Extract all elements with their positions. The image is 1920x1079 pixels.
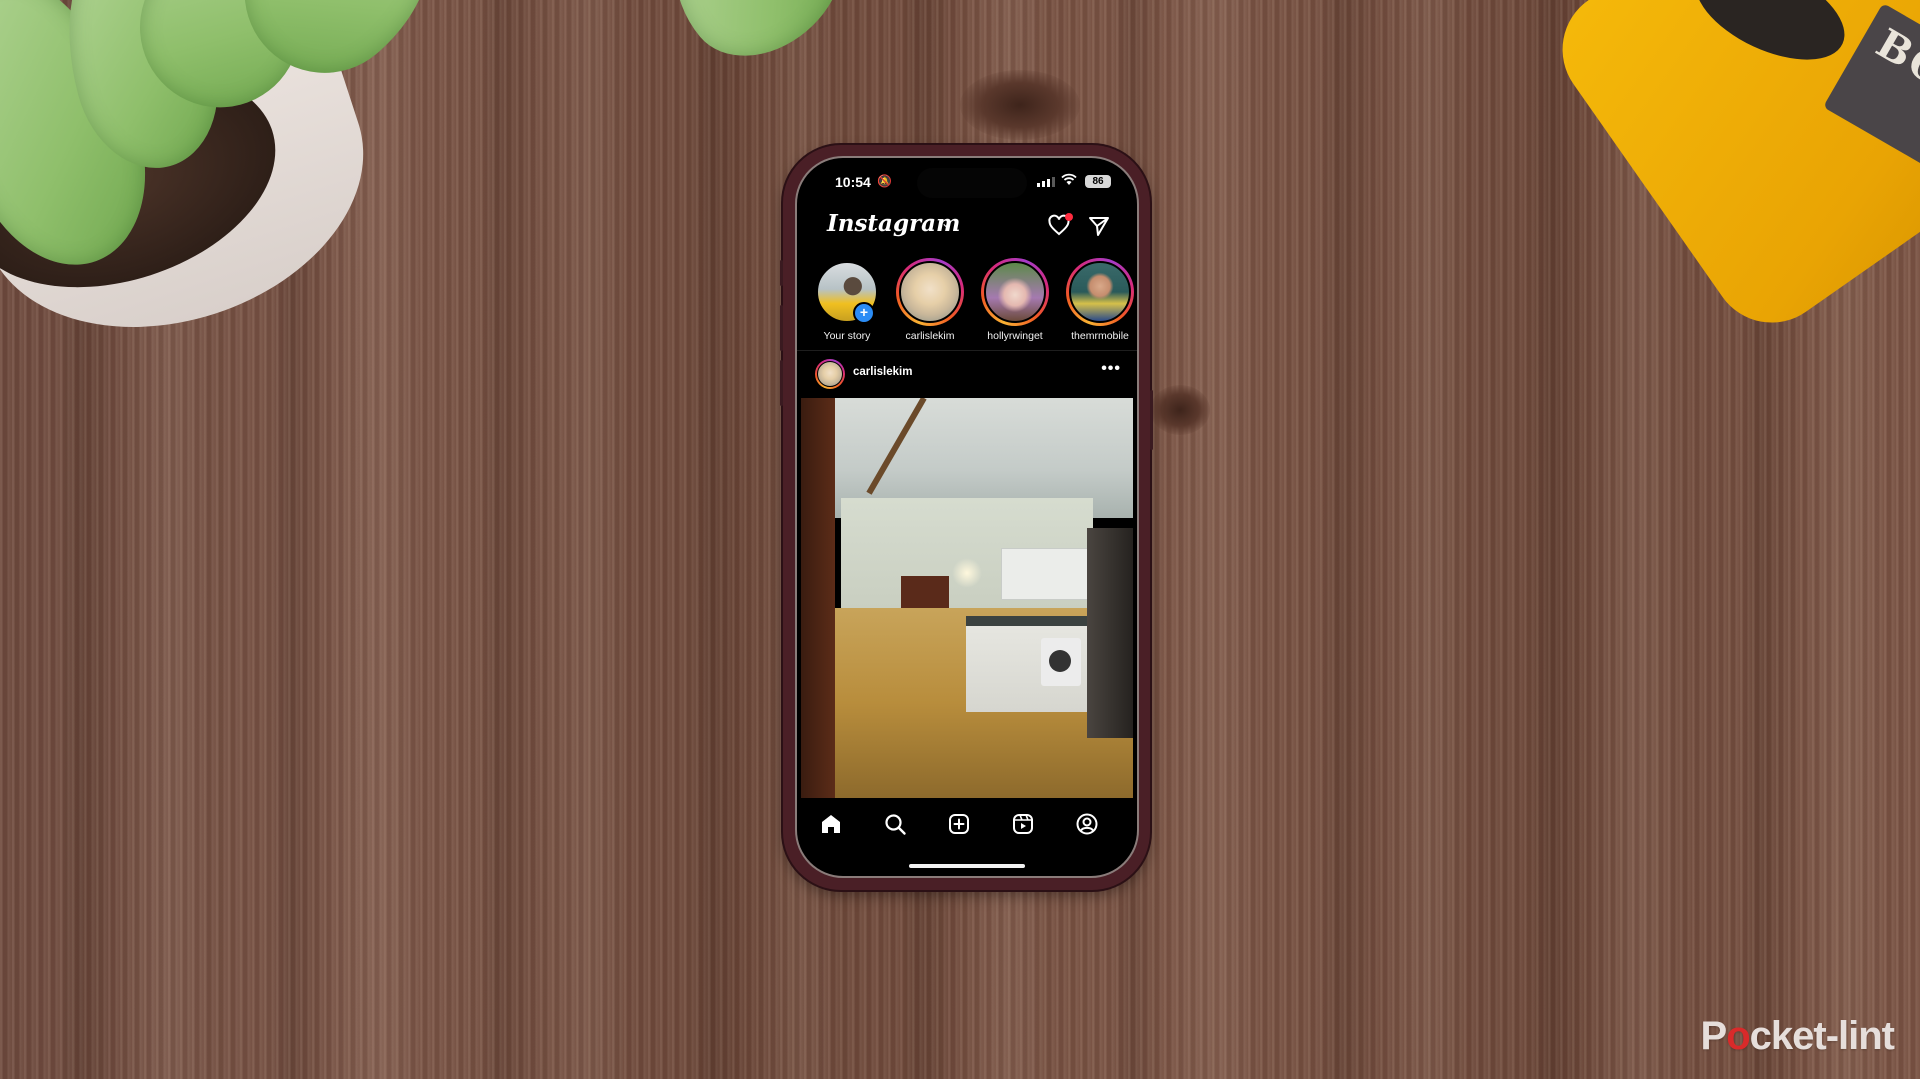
status-time: 10:54 [835, 174, 871, 190]
post-header: carlislekim ••• [797, 356, 1137, 392]
send-message-icon[interactable] [1087, 214, 1111, 238]
home-icon[interactable] [819, 812, 843, 836]
ceiling-light [952, 558, 982, 588]
story-ring [1066, 258, 1134, 326]
stories-tray: + Your story carlislekim hollyrwinget th… [797, 258, 1137, 348]
instagram-app-screen: 10:54 🔕 86 Instagram ⌄ + Your story carl… [797, 158, 1137, 876]
pocketlint-watermark: Pocket-lint [1700, 1014, 1895, 1059]
app-header: Instagram ⌄ [797, 210, 1137, 246]
story-label: carlislekim [905, 330, 955, 342]
avatar [1069, 261, 1131, 323]
chevron-down-icon[interactable]: ⌄ [941, 216, 951, 230]
search-icon[interactable] [883, 812, 907, 836]
battery-indicator: 86 [1085, 175, 1111, 188]
divider [797, 350, 1137, 351]
story-label: themrmobile [1071, 330, 1129, 342]
wood-knot [960, 70, 1080, 140]
story-label: Your story [823, 330, 871, 342]
wood-knot [1150, 385, 1210, 435]
post-author-avatar[interactable] [815, 359, 845, 389]
volume-up-button[interactable] [780, 305, 783, 351]
status-bar: 10:54 🔕 86 [797, 173, 1137, 194]
kitchen-left-wall [801, 398, 835, 798]
power-button[interactable] [1150, 390, 1153, 450]
story-hollyrwinget[interactable]: hollyrwinget [975, 258, 1055, 342]
plus-square-icon[interactable] [947, 812, 971, 836]
avatar [899, 261, 961, 323]
more-options-icon[interactable]: ••• [1101, 360, 1121, 378]
story-themrmobile[interactable]: themrmobile [1060, 258, 1137, 342]
add-story-button[interactable]: + [853, 302, 875, 324]
avatar [984, 261, 1046, 323]
action-button[interactable] [780, 260, 783, 286]
watermark-prefix: P [1700, 1014, 1728, 1058]
story-label: hollyrwinget [987, 330, 1043, 342]
notification-dot [1065, 213, 1073, 221]
story-your-story[interactable]: + Your story [807, 258, 887, 342]
wifi-icon [1061, 173, 1077, 189]
story-ring [896, 258, 964, 326]
watermark-suffix: cket-lint [1749, 1014, 1895, 1058]
bottom-tab-bar [797, 802, 1137, 852]
watermark-power-o: o [1726, 1014, 1750, 1058]
profile-icon[interactable] [1075, 812, 1099, 836]
post-username[interactable]: carlislekim [853, 366, 912, 378]
phone: 10:54 🔕 86 Instagram ⌄ + Your story carl… [780, 145, 1153, 890]
volume-down-button[interactable] [780, 360, 783, 406]
avatar [817, 361, 843, 387]
kitchen-doorway [1087, 528, 1133, 738]
bell-slash-icon: 🔕 [877, 174, 892, 188]
cellular-signal-icon [1037, 177, 1055, 187]
reels-icon[interactable] [1011, 812, 1035, 836]
story-carlislekim[interactable]: carlislekim [890, 258, 970, 342]
post-image[interactable] [801, 398, 1133, 798]
home-indicator[interactable] [909, 864, 1025, 868]
plant-leaf [638, 0, 872, 86]
story-ring [981, 258, 1049, 326]
washing-machine [1041, 638, 1081, 686]
